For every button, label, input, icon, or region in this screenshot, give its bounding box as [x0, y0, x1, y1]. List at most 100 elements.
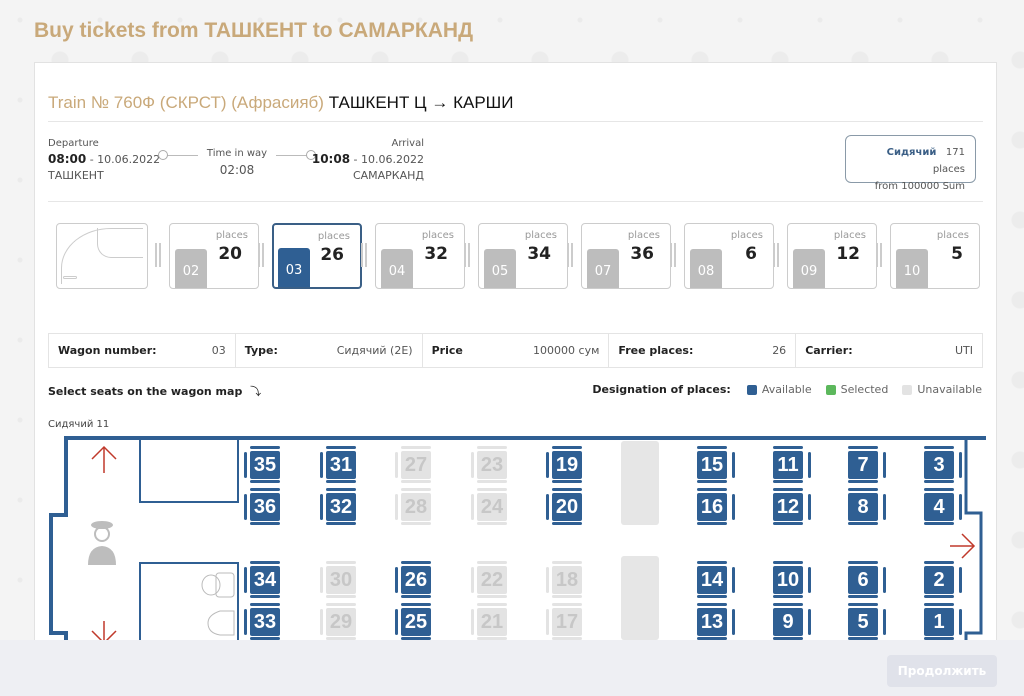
seat-14[interactable]: 14	[693, 561, 735, 599]
seat-20[interactable]: 20	[546, 488, 582, 526]
seat-12[interactable]: 12	[769, 488, 811, 526]
seat-number: 16	[697, 493, 727, 521]
exit-arrow-right-icon	[950, 533, 976, 559]
seat-number: 14	[697, 566, 727, 594]
seat-34[interactable]: 34	[244, 561, 280, 599]
seat-24: 24	[471, 488, 507, 526]
seat-number: 6	[848, 566, 878, 594]
select-seats-hint-text: Select seats on the wagon map	[48, 385, 243, 398]
type-label: Type:	[244, 344, 278, 357]
class-summary-button[interactable]: Сидячий 171 places from 100000 Sum	[845, 135, 976, 192]
seat-26[interactable]: 26	[395, 561, 431, 599]
seat-number: 29	[326, 608, 356, 636]
seat-number: 15	[697, 451, 727, 479]
legend-unavailable: Unavailable	[902, 383, 982, 396]
seat-number: 31	[326, 451, 356, 479]
seat-19[interactable]: 19	[546, 446, 582, 484]
seat-36[interactable]: 36	[244, 488, 280, 526]
divider	[48, 201, 983, 202]
wagon-number-label: Wagon number:	[58, 344, 157, 357]
seat-35[interactable]: 35	[244, 446, 280, 484]
available-swatch	[746, 384, 757, 395]
seat-number: 22	[477, 566, 507, 594]
class-name: Сидячий	[886, 147, 937, 158]
price-label: Price	[431, 344, 463, 357]
seat-legend: Designation of places: Available Selecte…	[592, 383, 982, 396]
places-label: places	[833, 230, 866, 241]
seat-10[interactable]: 10	[769, 561, 811, 599]
places-label: places	[627, 230, 660, 241]
continue-button[interactable]: Продолжить	[887, 655, 997, 687]
seat-6[interactable]: 6	[844, 561, 886, 599]
wagon-number: 10	[896, 249, 928, 288]
wagon-10[interactable]: 10 places 5	[890, 223, 980, 289]
seat-number: 28	[401, 493, 431, 521]
legend-selected-label: Selected	[840, 383, 889, 396]
departure-block: Departure 08:00 - 10.06.2022 ТАШКЕНТ	[48, 138, 160, 182]
seat-31[interactable]: 31	[320, 446, 356, 484]
places-label: places	[421, 230, 454, 241]
seat-33[interactable]: 33	[244, 603, 280, 641]
toilet-icon	[201, 572, 235, 598]
class-price: from 100000 Sum	[874, 181, 965, 192]
arrival-block: Arrival 10:08 - 10.06.2022 САМАРКАНД	[312, 138, 424, 182]
trip-timeline: Departure 08:00 - 10.06.2022 ТАШКЕНТ Tim…	[48, 138, 424, 188]
price-value: 100000 сум	[533, 344, 600, 357]
seat-7[interactable]: 7	[844, 446, 886, 484]
seat-4[interactable]: 4	[920, 488, 962, 526]
seat-number: 33	[250, 608, 280, 636]
train-title: Train № 760Ф (СКРСТ) (Афрасияб) ТАШКЕНТ …	[48, 93, 983, 122]
wagon-09[interactable]: 09 places 12	[787, 223, 877, 289]
coupler-icon	[361, 243, 367, 267]
places-count: 20	[218, 244, 242, 264]
wagon-selector: 02 places 20 03 places 26 04 places 32 05 places 34…	[56, 223, 986, 289]
departure-station: ТАШКЕНТ	[48, 169, 104, 182]
arrival-station: САМАРКАНД	[352, 169, 424, 182]
places-count: 12	[836, 244, 860, 264]
wagon-04[interactable]: 04 places 32	[375, 223, 465, 289]
seat-number: 25	[401, 608, 431, 636]
seat-9[interactable]: 9	[769, 603, 811, 641]
seat-3[interactable]: 3	[920, 446, 962, 484]
table-block	[621, 441, 659, 525]
seat-1[interactable]: 1	[920, 603, 962, 641]
page-title: Buy tickets from ТАШКЕНТ to САМАРКАНД	[34, 19, 474, 42]
wagon-02[interactable]: 02 places 20	[169, 223, 259, 289]
legend-available-label: Available	[761, 383, 812, 396]
wagon-05[interactable]: 05 places 34	[478, 223, 568, 289]
arrival-label: Arrival	[391, 138, 425, 149]
wagon-number-value: 03	[211, 344, 226, 357]
seat-number: 34	[250, 566, 280, 594]
seat-2[interactable]: 2	[920, 561, 962, 599]
free-places-value: 26	[772, 344, 787, 357]
seat-13[interactable]: 13	[693, 603, 735, 641]
wagon-number: 03	[278, 248, 310, 287]
wagon-info-table: Wagon number: 03 Type: Сидячий (2E) Pric…	[48, 333, 983, 368]
exit-arrow-up-icon	[91, 445, 117, 473]
select-seats-hint: Select seats on the wagon map ⤵	[48, 383, 261, 399]
free-places-label: Free places:	[618, 344, 694, 357]
car-label: Сидячий 11	[48, 419, 110, 430]
seat-32[interactable]: 32	[320, 488, 356, 526]
seat-23: 23	[471, 446, 507, 484]
seat-number: 4	[924, 493, 954, 521]
legend-unavailable-label: Unavailable	[917, 383, 982, 396]
wagon-07[interactable]: 07 places 36	[581, 223, 671, 289]
seat-11[interactable]: 11	[769, 446, 811, 484]
booking-card: Train № 760Ф (СКРСТ) (Афрасияб) ТАШКЕНТ …	[34, 62, 997, 696]
seat-number: 11	[773, 451, 803, 479]
seat-number: 21	[477, 608, 507, 636]
wagon-number: 09	[793, 249, 825, 288]
seat-30: 30	[320, 561, 356, 599]
seat-15[interactable]: 15	[693, 446, 735, 484]
class-places: 171 places	[932, 147, 965, 175]
time-in-way-label: Time in way	[206, 148, 268, 159]
wagon-08[interactable]: 08 places 6	[684, 223, 774, 289]
wagon-number: 08	[690, 249, 722, 288]
seat-number: 3	[924, 451, 954, 479]
seat-8[interactable]: 8	[844, 488, 886, 526]
wagon-03[interactable]: 03 places 26	[272, 223, 362, 289]
seat-16[interactable]: 16	[693, 488, 735, 526]
seat-5[interactable]: 5	[844, 603, 886, 641]
seat-25[interactable]: 25	[395, 603, 431, 641]
